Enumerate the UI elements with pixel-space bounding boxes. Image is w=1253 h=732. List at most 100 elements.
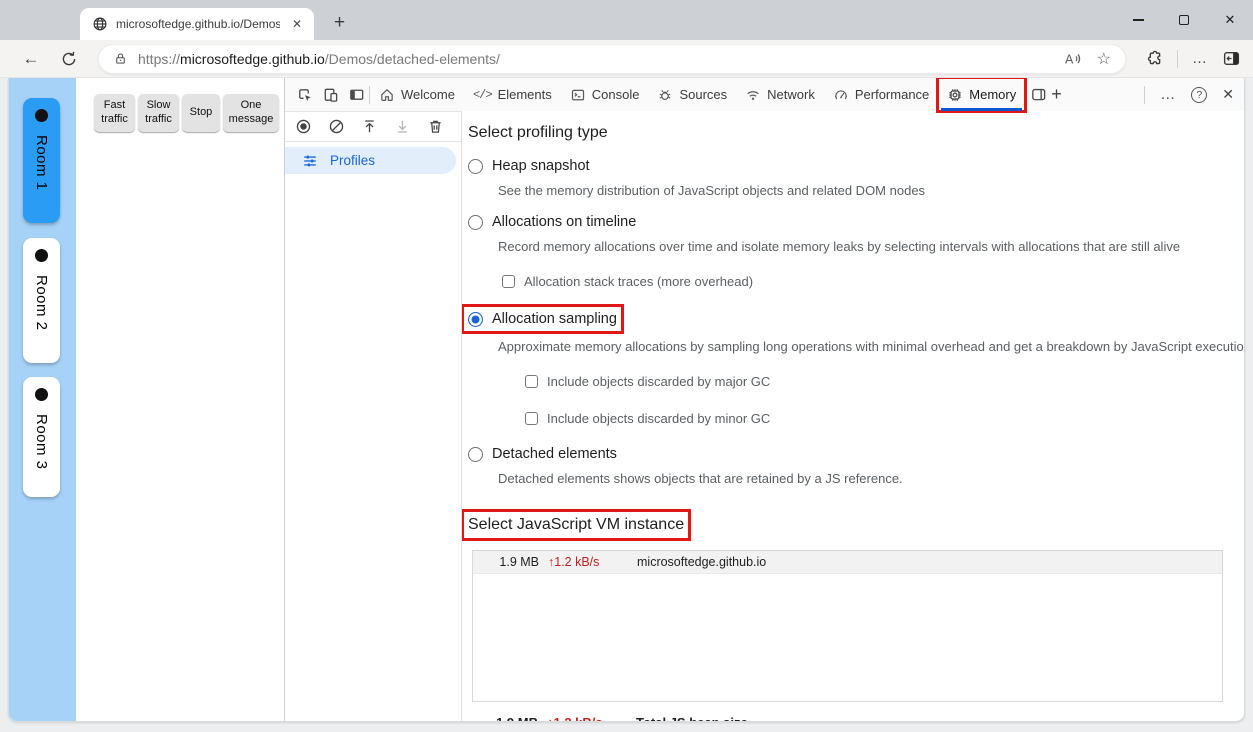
tab-memory[interactable]: Memory [938, 78, 1025, 111]
back-button[interactable]: ← [16, 44, 46, 74]
profiles-label: Profiles [330, 153, 375, 168]
room-tab-strip: Room 1 Room 2 Room 3 [9, 78, 76, 721]
checkbox-major-gc[interactable]: Include objects discarded by major GC [525, 374, 1231, 389]
option-description: Record memory allocations over time and … [498, 239, 1231, 254]
option-allocations-timeline[interactable]: Allocations on timeline [468, 214, 636, 230]
option-description: Detached elements shows objects that are… [498, 471, 1231, 486]
tab-elements[interactable]: </> Elements [464, 78, 561, 111]
read-aloud-icon[interactable]: A [1063, 50, 1081, 68]
memory-chip-icon [947, 87, 963, 103]
browser-tab[interactable]: microsoftedge.github.io/Demos/d ✕ [80, 8, 314, 40]
svg-text:A: A [1065, 52, 1074, 66]
maximize-button[interactable] [1161, 0, 1207, 40]
room-tab-2[interactable]: Room 2 [23, 238, 60, 363]
clear-icon[interactable] [328, 118, 345, 135]
option-description: See the memory distribution of JavaScrip… [498, 183, 1231, 198]
lock-icon [113, 51, 128, 66]
sidebar-toggle-icon[interactable] [1222, 49, 1241, 68]
tab-close-icon[interactable]: ✕ [288, 16, 306, 32]
stop-button[interactable]: Stop [182, 94, 220, 132]
minimize-button[interactable] [1115, 0, 1161, 40]
total-heap-label: Total JS heap size [622, 715, 748, 721]
vm-host: microsoftedge.github.io [623, 555, 766, 569]
sliders-icon [302, 153, 318, 169]
tab-sources[interactable]: Sources [648, 78, 736, 111]
option-detached-elements[interactable]: Detached elements [468, 446, 617, 462]
room-dot-icon [35, 388, 48, 401]
devtools-help-icon[interactable]: ? [1191, 87, 1207, 103]
vm-instance-row[interactable]: 1.9 MB ↑1.2 kB/s microsoftedge.github.io [473, 551, 1222, 574]
address-bar[interactable]: https://microsoftedge.github.io/Demos/de… [98, 44, 1126, 74]
browser-toolbar: ← https://microsoftedge.github.io/Demos/… [0, 40, 1253, 78]
device-emulation-icon[interactable] [317, 82, 343, 108]
radio-icon[interactable] [468, 215, 483, 230]
checkbox-icon[interactable] [502, 275, 515, 288]
window-close-button[interactable]: ✕ [1207, 0, 1253, 40]
memory-main: Select profiling type Heap snapshot See … [462, 111, 1244, 721]
window-controls: ✕ [1115, 0, 1253, 40]
tab-console[interactable]: Console [561, 78, 649, 111]
minimize-icon [1133, 19, 1144, 20]
devtools-tabbar: Welcome </> Elements Console Sources [285, 78, 1244, 111]
refresh-button[interactable] [54, 44, 84, 74]
dock-side-icon[interactable] [343, 82, 369, 108]
vm-instance-table: 1.9 MB ↑1.2 kB/s microsoftedge.github.io [472, 550, 1223, 702]
inspect-element-icon[interactable] [291, 82, 317, 108]
memory-toolbar [285, 111, 461, 142]
one-message-button[interactable]: One message [223, 94, 279, 132]
checkbox-icon[interactable] [525, 412, 538, 425]
option-heap-snapshot[interactable]: Heap snapshot [468, 158, 590, 174]
room-label: Room 3 [33, 414, 50, 470]
extensions-icon[interactable] [1144, 49, 1163, 68]
option-allocation-sampling[interactable]: Allocation sampling [468, 311, 617, 327]
load-profile-icon[interactable] [361, 118, 378, 135]
delete-icon[interactable] [427, 118, 444, 135]
checkbox-allocation-stack-traces[interactable]: Allocation stack traces (more overhead) [502, 274, 1231, 289]
radio-icon[interactable] [468, 447, 483, 462]
toolbar-divider [1177, 50, 1178, 68]
room-tab-3[interactable]: Room 3 [23, 377, 60, 497]
tab-welcome[interactable]: Welcome [370, 78, 464, 111]
new-tab-button[interactable]: + [328, 12, 351, 36]
profiling-type-title: Select profiling type [468, 124, 1231, 142]
content-area: Room 1 Room 2 Room 3 Fast traffic Slow t… [8, 78, 1245, 722]
option-description: Approximate memory allocations by sampli… [498, 339, 1231, 354]
home-icon [379, 87, 395, 103]
save-profile-icon[interactable] [394, 118, 411, 135]
radio-selected-icon[interactable] [468, 312, 483, 327]
room-label: Room 2 [33, 275, 50, 331]
checkbox-icon[interactable] [525, 375, 538, 388]
devtools-close-icon[interactable]: ✕ [1222, 86, 1234, 103]
devtools-panel: Welcome </> Elements Console Sources [284, 78, 1244, 721]
wifi-icon [745, 87, 761, 103]
fast-traffic-button[interactable]: Fast traffic [94, 94, 135, 132]
tab-performance[interactable]: Performance [824, 78, 938, 111]
tab-network[interactable]: Network [736, 78, 824, 111]
window-body: Room 1 Room 2 Room 3 Fast traffic Slow t… [0, 78, 1253, 732]
radio-icon[interactable] [468, 159, 483, 174]
total-heap-row: 1.9 MB ↑1.2 kB/s Total JS heap size [472, 715, 1231, 721]
globe-favicon-icon [92, 16, 108, 32]
favorite-star-icon[interactable]: ☆ [1097, 49, 1111, 69]
memory-sidebar: Profiles [285, 111, 462, 721]
room-label: Room 1 [33, 135, 50, 191]
bug-icon [657, 87, 673, 103]
code-icon: </> [473, 88, 492, 102]
total-heap-size: 1.9 MB [472, 715, 538, 721]
refresh-icon [60, 50, 78, 68]
slow-traffic-button[interactable]: Slow traffic [138, 94, 179, 132]
heap-rate-value: ↑1.2 kB/s [539, 555, 623, 569]
room-dot-icon [35, 109, 48, 122]
room-tab-1[interactable]: Room 1 [23, 98, 60, 223]
speedometer-icon [833, 87, 849, 103]
sidebar-item-profiles[interactable]: Profiles [285, 147, 456, 174]
add-panel-button[interactable]: + [1051, 84, 1062, 105]
record-icon[interactable] [295, 118, 312, 135]
activity-panel-icon[interactable] [1025, 82, 1051, 108]
checkbox-minor-gc[interactable]: Include objects discarded by minor GC [525, 411, 1231, 426]
room-dot-icon [35, 249, 48, 262]
browser-settings-more-icon[interactable]: … [1192, 50, 1208, 67]
devtools-more-icon[interactable]: … [1160, 86, 1176, 103]
heap-size-value: 1.9 MB [473, 555, 539, 569]
console-icon [570, 87, 586, 103]
